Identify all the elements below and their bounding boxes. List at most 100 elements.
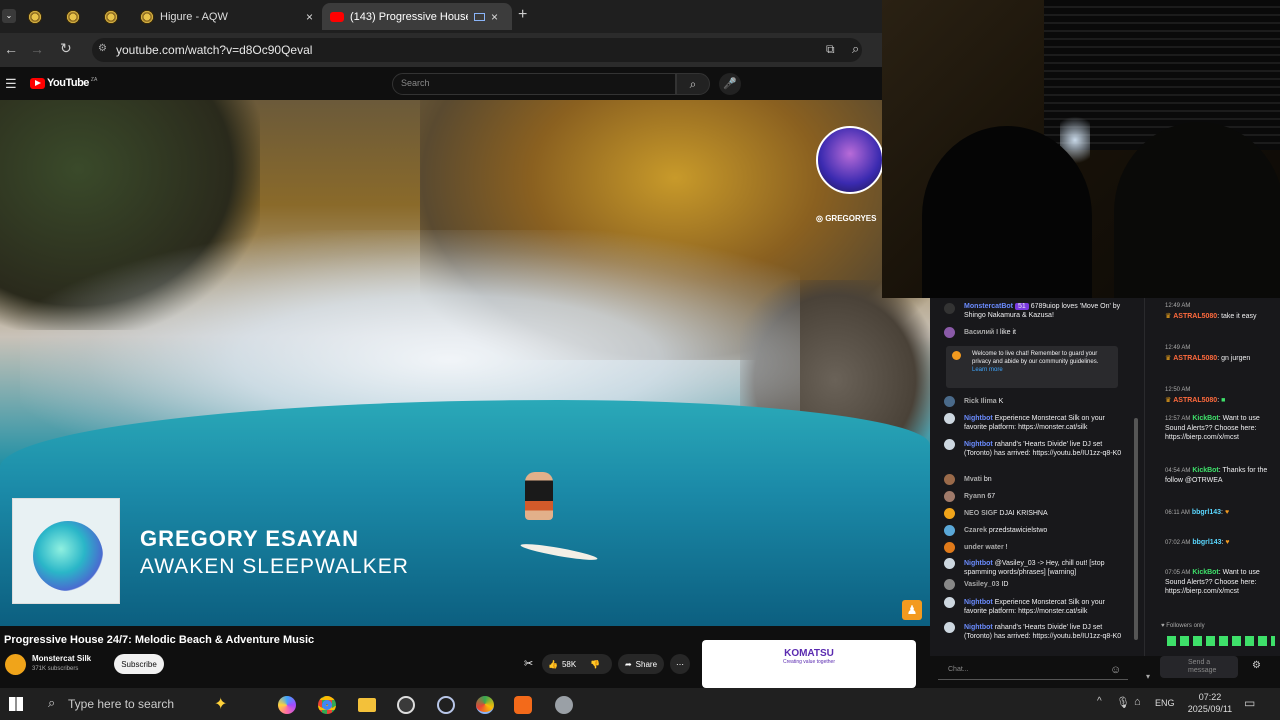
avatar xyxy=(944,622,955,633)
followers-only-label: ♥ Followers only xyxy=(1161,623,1205,629)
avatar-handle: ◎ GREGORYES xyxy=(816,214,877,223)
chat-message: under water ! xyxy=(964,544,1008,551)
badge-icon: ♛ xyxy=(1165,355,1174,362)
search-input[interactable]: Search xyxy=(392,73,676,95)
tab-list-chevron-icon[interactable]: ⌄ xyxy=(2,9,16,23)
language-indicator[interactable]: ENG xyxy=(1155,698,1175,708)
member-badge: 51 xyxy=(1014,303,1029,310)
chat-settings-icon[interactable]: ⚙ xyxy=(1252,660,1261,671)
learn-more-link[interactable]: Learn more xyxy=(972,366,1114,375)
forward-arrow-icon[interactable]: → xyxy=(30,41,44,57)
app-orange-icon[interactable] xyxy=(514,696,532,714)
search-highlight-icon: ✦ xyxy=(214,696,228,713)
channel-avatar[interactable] xyxy=(5,654,26,675)
avatar xyxy=(944,439,955,450)
chrome-profile-icon[interactable] xyxy=(476,696,494,714)
chat-message: 04:54 AM KickBot: Thanks for the follow … xyxy=(1165,467,1268,484)
network-icon[interactable]: ⌂ xyxy=(1134,696,1141,708)
close-tab-icon[interactable]: × xyxy=(491,10,498,24)
tab-youtube-active[interactable]: (143) Progressive House 24 × xyxy=(322,3,512,30)
overlay-track: AWAKEN SLEEPWALKER xyxy=(140,555,409,578)
more-actions-button[interactable]: ⋯ xyxy=(670,654,690,674)
chat-collapse-icon[interactable]: ▾ xyxy=(1146,672,1150,681)
obs-icon[interactable] xyxy=(397,696,415,714)
chat-message: Nightbot Experience Monstercat Silk on y… xyxy=(964,599,1105,615)
chrome-icon[interactable] xyxy=(318,696,336,714)
windows-taskbar: ⌕ Type here to search ✦ ^ 🎙 ⌂ ENG 07:22 … xyxy=(0,688,1280,720)
reload-icon[interactable]: ↻ xyxy=(60,40,72,57)
aqw-favicon-icon xyxy=(28,10,42,24)
subscribe-button[interactable]: Subscribe xyxy=(114,654,164,674)
instagram-icon: ◎ xyxy=(816,214,826,223)
tab-higure[interactable]: Higure - AQW × xyxy=(140,5,318,29)
chat-message: MonstercatBot 51 6789uiop loves 'Move On… xyxy=(964,303,1121,319)
like-button[interactable]: 👍 58K 👎 xyxy=(542,654,612,674)
chat-message: Ryann 67 xyxy=(964,493,996,500)
site-info-icon[interactable]: ⚙ xyxy=(98,43,107,54)
app-gray-icon[interactable] xyxy=(555,696,573,714)
video-player[interactable]: GREGORY ESAYAN AWAKEN SLEEPWALKER ◎ GREG… xyxy=(0,100,930,626)
chat-message: Василий I like it xyxy=(964,329,1016,336)
send-message-input[interactable]: Send a message xyxy=(1160,656,1238,678)
chat-message: NEO SIGF DJAI KRISHNA xyxy=(964,510,1048,517)
menu-hamburger-icon[interactable]: ☰ xyxy=(5,76,17,92)
ad-banner[interactable]: KOMATSU Creating value together xyxy=(702,640,916,688)
channel-name[interactable]: Monstercat Silk xyxy=(32,654,91,663)
chair-right xyxy=(1114,122,1280,298)
microphone-icon[interactable]: 🎙 xyxy=(1116,696,1130,709)
channel-avatar-overlay[interactable] xyxy=(816,126,884,194)
badge-icon: ♛ xyxy=(1165,397,1174,404)
video-title: Progressive House 24/7: Melodic Beach & … xyxy=(4,634,315,646)
app-icon[interactable] xyxy=(437,696,455,714)
dislike-button[interactable]: 👎 xyxy=(590,660,600,669)
avatar xyxy=(944,327,955,338)
ad-tagline: Creating value together xyxy=(783,659,835,665)
chat-message: Nightbot rahand's 'Hearts Divide' live D… xyxy=(964,441,1122,457)
back-arrow-icon[interactable]: ← xyxy=(4,41,18,57)
copilot-icon[interactable] xyxy=(278,696,296,714)
new-tab-button[interactable]: + xyxy=(518,6,527,24)
chat-input[interactable]: Chat... xyxy=(938,660,1128,680)
chat-message: 07:05 AM KickBot: Want to use Sound Aler… xyxy=(1165,569,1260,595)
file-explorer-icon[interactable] xyxy=(358,698,376,712)
avatar xyxy=(944,542,955,553)
tray-chevron-icon[interactable]: ^ xyxy=(1097,696,1102,707)
emoji-icon[interactable]: ☺ xyxy=(1110,664,1121,676)
notification-icon[interactable]: ▭ xyxy=(1244,696,1255,710)
surfer xyxy=(525,472,553,520)
voice-search-button[interactable]: 🎤 xyxy=(719,73,741,95)
cast-icon xyxy=(474,12,485,21)
emote-bar[interactable] xyxy=(1167,636,1275,646)
install-app-icon[interactable]: ⧉ xyxy=(826,42,835,57)
clock[interactable]: 07:22 2025/09/11 xyxy=(1180,691,1240,715)
chat-message: Rick Ilima K xyxy=(964,398,1004,405)
badge-icon: ♛ xyxy=(1165,313,1174,320)
clip-icon[interactable]: ✂ xyxy=(524,657,533,670)
youtube-logo[interactable]: YouTube ZA xyxy=(30,77,97,89)
ad-brand: KOMATSU xyxy=(784,648,834,659)
chat-scrollbar[interactable] xyxy=(1134,418,1138,640)
windows-start-icon[interactable] xyxy=(9,697,23,711)
tab-2[interactable] xyxy=(66,5,96,29)
close-tab-icon[interactable]: × xyxy=(306,10,313,24)
tab-3[interactable] xyxy=(104,5,134,29)
subscriber-count: 371K subscribers xyxy=(32,666,79,672)
share-button[interactable]: ➦ Share xyxy=(618,654,664,674)
aqw-favicon-icon xyxy=(104,10,118,24)
avatar xyxy=(952,351,961,360)
avatar xyxy=(944,508,955,519)
search-button[interactable]: ⌕ xyxy=(676,73,710,95)
wave-face xyxy=(0,400,930,626)
zoom-icon[interactable]: ⌕ xyxy=(852,41,859,57)
youtube-play-logo-icon xyxy=(30,77,45,89)
search-icon: ⌕ xyxy=(48,695,56,710)
webcam-feed xyxy=(882,0,1280,298)
tab-1[interactable] xyxy=(28,5,58,29)
avatar xyxy=(944,413,955,424)
welcome-banner: Welcome to live chat! Remember to guard … xyxy=(946,346,1118,388)
overlay-artist: GREGORY ESAYAN xyxy=(140,526,360,551)
chat-message: Nightbot rahand's 'Hearts Divide' live D… xyxy=(964,624,1122,640)
address-bar[interactable]: ⚙ youtube.com/watch?v=d8Oc90Qeval xyxy=(92,38,862,62)
chat-message: 06:11 AM bbgrl143: ♥ xyxy=(1165,509,1230,516)
kick-chat: 12:49 AM ♛ ASTRAL5080: take it easy 12:4… xyxy=(1144,298,1280,656)
